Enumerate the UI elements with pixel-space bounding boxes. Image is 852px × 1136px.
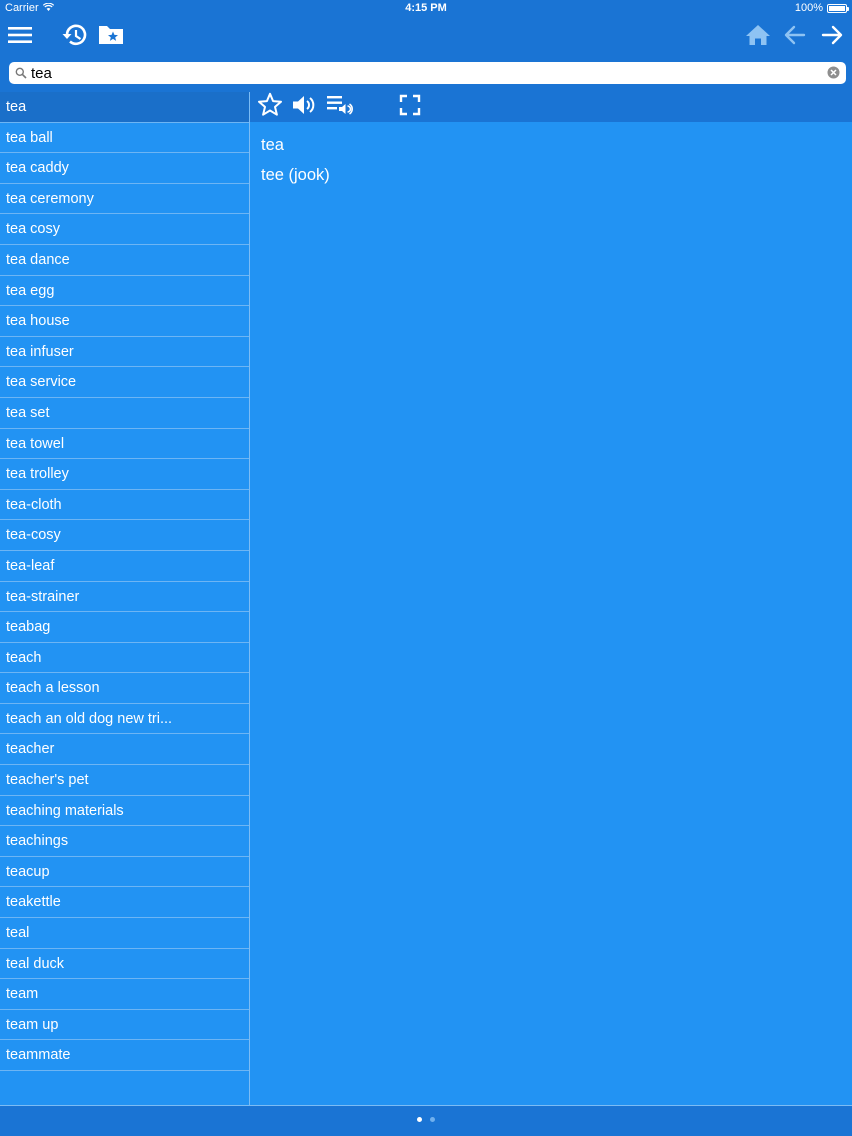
list-item[interactable]: tea service: [0, 367, 249, 398]
list-item[interactable]: tea towel: [0, 428, 249, 460]
list-item[interactable]: teach an old dog new tri...: [0, 703, 249, 735]
list-item[interactable]: teabag: [0, 612, 249, 643]
home-icon: [745, 23, 771, 52]
entry-translation: tee (jook): [261, 166, 330, 184]
word-list[interactable]: tea tea ball tea caddy tea ceremony tea cosy…: [0, 92, 250, 1105]
list-item[interactable]: teacher: [0, 734, 249, 766]
search-bar: [0, 57, 852, 92]
list-item[interactable]: teal duck: [0, 948, 249, 980]
list-item[interactable]: tea dance: [0, 244, 249, 276]
search-box: [9, 62, 846, 84]
history-button[interactable]: [59, 21, 91, 53]
battery-info: 100%: [794, 2, 849, 14]
list-item[interactable]: tea cosy: [0, 214, 249, 245]
fullscreen-icon: [399, 94, 421, 121]
back-arrow-icon: [783, 24, 807, 51]
search-input[interactable]: [31, 62, 821, 84]
status-time: 4:15 PM: [405, 2, 447, 14]
list-item[interactable]: teacup: [0, 856, 249, 888]
clear-icon: [827, 66, 840, 79]
list-item[interactable]: tea ball: [0, 122, 249, 154]
entry-panel: tea tee (jook): [250, 122, 852, 1105]
battery-icon: [827, 3, 849, 13]
forward-arrow-icon: [820, 24, 844, 51]
status-bar: Carrier 4:15 PM 100%: [0, 0, 852, 17]
list-item[interactable]: tea ceremony: [0, 183, 249, 215]
forward-button[interactable]: [816, 21, 848, 53]
page-indicator[interactable]: [0, 1117, 852, 1122]
entry-toolbar: [250, 92, 852, 122]
list-item[interactable]: tea: [0, 92, 249, 123]
list-item[interactable]: teakettle: [0, 887, 249, 919]
top-toolbar: [0, 17, 852, 57]
menu-icon: [7, 25, 33, 50]
list-item[interactable]: tea infuser: [0, 336, 249, 368]
list-item[interactable]: teal: [0, 918, 249, 949]
search-icon: [15, 66, 27, 84]
favorites-folder-button[interactable]: [95, 21, 127, 53]
clear-search-button[interactable]: [827, 66, 840, 84]
fullscreen-button[interactable]: [396, 94, 424, 121]
list-item[interactable]: tea egg: [0, 275, 249, 307]
list-item[interactable]: tea caddy: [0, 153, 249, 184]
list-item[interactable]: tea-leaf: [0, 550, 249, 582]
list-item[interactable]: teammate: [0, 1040, 249, 1071]
list-item[interactable]: tea-cloth: [0, 489, 249, 521]
history-icon: [61, 22, 89, 53]
pronounce-button[interactable]: [290, 95, 318, 119]
back-button[interactable]: [779, 21, 811, 53]
list-item[interactable]: tea house: [0, 306, 249, 337]
list-item[interactable]: tea trolley: [0, 459, 249, 490]
list-item[interactable]: tea-cosy: [0, 520, 249, 551]
home-button[interactable]: [742, 21, 774, 53]
list-item[interactable]: teach a lesson: [0, 673, 249, 704]
favorites-folder-icon: [97, 23, 125, 52]
list-item[interactable]: team: [0, 979, 249, 1010]
list-item[interactable]: teacher's pet: [0, 765, 249, 796]
list-item[interactable]: teachings: [0, 826, 249, 857]
bottom-bar: [0, 1105, 852, 1136]
audio-playlist-button[interactable]: [326, 95, 354, 119]
star-icon: [257, 92, 283, 122]
page-dot[interactable]: [430, 1117, 435, 1122]
entry-headword: tea: [261, 136, 284, 154]
favorite-button[interactable]: [256, 92, 284, 122]
list-item[interactable]: teach: [0, 642, 249, 674]
page-dot[interactable]: [417, 1117, 422, 1122]
list-item[interactable]: teaching materials: [0, 795, 249, 827]
list-item[interactable]: tea set: [0, 397, 249, 429]
list-item[interactable]: team up: [0, 1009, 249, 1041]
list-item[interactable]: tea-strainer: [0, 581, 249, 613]
battery-percent: 100%: [794, 2, 823, 14]
menu-button[interactable]: [4, 21, 36, 53]
speaker-icon: [291, 93, 317, 122]
playlist-audio-icon: [326, 93, 354, 122]
